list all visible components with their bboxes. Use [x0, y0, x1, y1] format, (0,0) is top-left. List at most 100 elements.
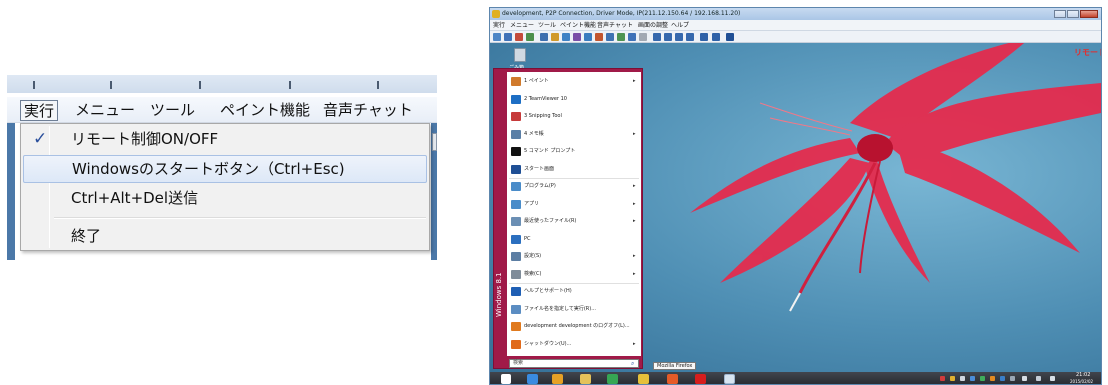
remote-desktop: ごみ箱 リモート Windows 8.1 1 ペイント▸2 TeamViewer…: [490, 43, 1101, 372]
menu-help[interactable]: ヘルプ: [671, 21, 689, 30]
menu-item-exit[interactable]: 終了: [23, 223, 427, 251]
menu-run[interactable]: 実行: [20, 100, 59, 121]
close-button[interactable]: [1080, 10, 1098, 18]
toolbar-icon[interactable]: [686, 33, 694, 41]
tray-icon[interactable]: [950, 376, 955, 381]
start-menu-item[interactable]: 3 Snipping Tool: [509, 109, 639, 124]
windows-start-icon[interactable]: [501, 374, 511, 384]
menu-voice-chat[interactable]: 音声チャット: [323, 100, 413, 121]
start-menu-item[interactable]: ファイル名を指定して実行(R)...: [509, 302, 639, 317]
recycle-bin-icon[interactable]: [514, 48, 526, 62]
start-menu-item-label: 1 ペイント: [524, 78, 549, 84]
tray-icon[interactable]: [1010, 376, 1015, 381]
magnifier-icon[interactable]: ⌕: [631, 360, 634, 367]
screenshot-composite: 実行 メニュー ツール ペイント機能 音声チャット ✓ リモート制御ON/OFF…: [0, 0, 1108, 385]
toolbar-icon[interactable]: [562, 33, 570, 41]
menu-paint[interactable]: ペイント機能: [220, 100, 310, 121]
toolbar-icon[interactable]: [504, 33, 512, 41]
toolbar-icon[interactable]: [617, 33, 625, 41]
menu-bar: 実行 メニュー ツール ペイント機能 音声チャット: [7, 97, 437, 123]
tray-icon[interactable]: [1000, 376, 1005, 381]
start-menu-item[interactable]: 5 コマンド プロンプト: [509, 144, 639, 159]
start-menu-item[interactable]: シャットダウン(U)... ▸: [509, 337, 639, 352]
tray-icon[interactable]: [980, 376, 985, 381]
start-menu-item[interactable]: アプリ ▸: [509, 197, 639, 212]
menu-item-windows-start[interactable]: Windowsのスタートボタン（Ctrl+Esc): [23, 155, 427, 183]
start-menu-item[interactable]: プログラム(P) ▸: [509, 179, 639, 194]
app-icon[interactable]: [607, 374, 618, 384]
minimize-button[interactable]: [1054, 10, 1066, 18]
volume-icon[interactable]: [1022, 376, 1027, 381]
start-menu-item[interactable]: development development のログオフ(L)...: [509, 319, 639, 334]
toolbar-icon[interactable]: [653, 33, 661, 41]
chrome-icon[interactable]: [552, 374, 563, 384]
tray-icon[interactable]: [940, 376, 945, 381]
firefox-icon[interactable]: [667, 374, 678, 384]
start-menu-item-icon: [511, 129, 521, 139]
toolbar-icon[interactable]: [551, 33, 559, 41]
start-menu-item-icon: [511, 269, 521, 279]
toolbar-icon[interactable]: [540, 33, 548, 41]
start-menu-item-label: ファイル名を指定して実行(R)...: [524, 305, 596, 312]
start-menu-item[interactable]: PC: [509, 232, 639, 247]
start-menu-search-field[interactable]: 検索 ⌕: [509, 359, 639, 368]
toolbar-icon[interactable]: [639, 33, 647, 41]
start-menu-item[interactable]: 2 TeamViewer 10: [509, 92, 639, 107]
toolbar-icon[interactable]: [584, 33, 592, 41]
toolbar-icon[interactable]: [606, 33, 614, 41]
tray-icon[interactable]: [960, 376, 965, 381]
toolbar-icon[interactable]: [515, 33, 523, 41]
submenu-arrow-icon: ▸: [633, 78, 636, 84]
start-menu-item-label: シャットダウン(U)...: [524, 340, 572, 347]
menu-tools[interactable]: ツール: [150, 100, 195, 121]
toolbar-icon[interactable]: [700, 33, 708, 41]
start-menu-item[interactable]: ヘルプとサポート(H): [509, 284, 639, 299]
menu-menu[interactable]: メニュー: [75, 100, 135, 121]
start-menu-item[interactable]: 4 メモ帳 ▸: [509, 127, 639, 142]
toolbar-icon[interactable]: [526, 33, 534, 41]
start-menu-item[interactable]: スタート画面: [509, 162, 639, 177]
clock-date[interactable]: 2015/02/02: [1070, 379, 1093, 384]
maximize-button[interactable]: [1067, 10, 1079, 18]
start-menu-item-icon: [511, 322, 521, 331]
ime-icon[interactable]: [1036, 376, 1041, 381]
menu-item-ctrl-alt-del[interactable]: Ctrl+Alt+Del送信: [23, 185, 427, 213]
menu-run[interactable]: 実行: [493, 21, 505, 30]
toolbar-icon[interactable]: [712, 33, 720, 41]
start-menu-item[interactable]: 最近使ったファイル(R) ▸: [509, 214, 639, 229]
start-menu-item[interactable]: 検索(C) ▸: [509, 267, 639, 282]
window-top-strip: [7, 75, 437, 93]
start-menu-item-label: スタート画面: [524, 165, 555, 172]
internet-explorer-icon[interactable]: [527, 374, 538, 384]
tray-icon[interactable]: [970, 376, 975, 381]
menu-paint[interactable]: ペイント機能: [560, 21, 596, 30]
submenu-arrow-icon: ▸: [633, 270, 636, 277]
start-menu-item-icon: [511, 164, 521, 174]
toolbar-icon[interactable]: [726, 33, 734, 41]
app-icon[interactable]: [638, 374, 649, 384]
toolbar-icon[interactable]: [675, 33, 683, 41]
start-menu-item[interactable]: 設定(S) ▸: [509, 249, 639, 264]
menu-zoom-panel: 実行 メニュー ツール ペイント機能 音声チャット ✓ リモート制御ON/OFF…: [7, 75, 437, 260]
toolbar-icon[interactable]: [573, 33, 581, 41]
remote-app-icon[interactable]: [724, 374, 735, 384]
toolbar-icon[interactable]: [664, 33, 672, 41]
menu-screen-adjust[interactable]: 画面の調整: [638, 21, 668, 30]
toolbar-icon[interactable]: [493, 33, 501, 41]
notification-icon[interactable]: [1050, 376, 1055, 381]
menu-menu[interactable]: メニュー: [510, 21, 534, 30]
clock-time[interactable]: 21:02: [1076, 372, 1090, 379]
opera-icon[interactable]: [695, 374, 706, 384]
menu-tools[interactable]: ツール: [538, 21, 556, 30]
run-menu-dropdown: ✓ リモート制御ON/OFF Windowsのスタートボタン（Ctrl+Esc)…: [20, 123, 430, 251]
menu-voice-chat[interactable]: 音声チャット: [597, 21, 633, 30]
toolbar-icon[interactable]: [628, 33, 636, 41]
menu-item-remote-control[interactable]: ✓ リモート制御ON/OFF: [23, 126, 427, 154]
tray-icon[interactable]: [990, 376, 995, 381]
start-menu-item-icon: [511, 94, 521, 104]
start-menu-item[interactable]: 1 ペイント ▸: [509, 74, 639, 89]
toolbar-icon[interactable]: [595, 33, 603, 41]
app-icon: [492, 10, 500, 18]
submenu-arrow-icon: ▸: [633, 218, 636, 224]
explorer-folder-icon[interactable]: [580, 374, 591, 384]
